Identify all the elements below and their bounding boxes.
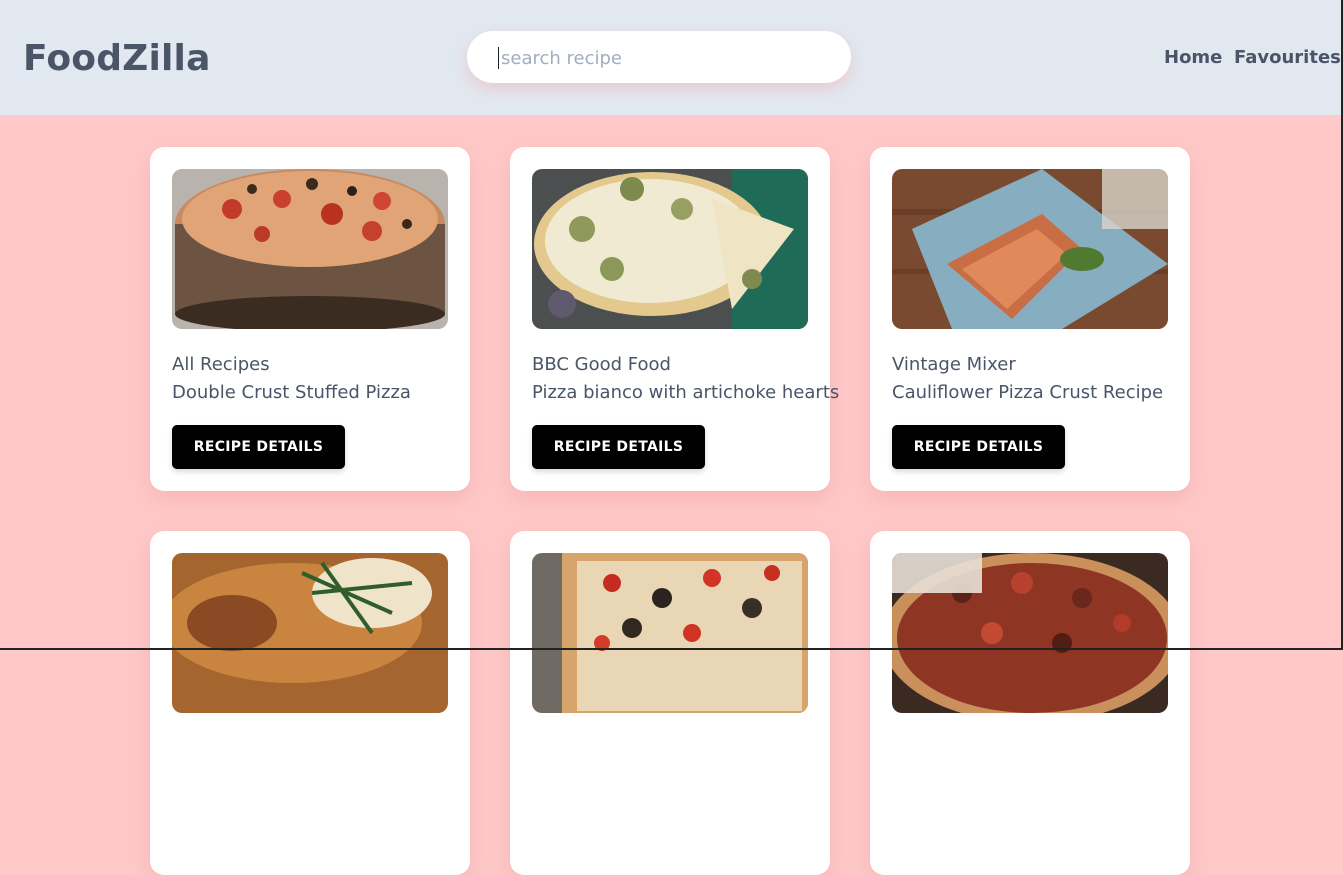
recipe-source: BBC Good Food xyxy=(532,354,671,375)
recipe-card xyxy=(510,531,830,875)
recipe-source: All Recipes xyxy=(172,354,270,375)
recipe-card xyxy=(870,531,1190,875)
recipe-image xyxy=(532,553,808,713)
recipe-title: Pizza bianco with artichoke hearts xyxy=(532,382,840,403)
recipe-image xyxy=(172,169,448,329)
recipe-card: Vintage Mixer Cauliflower Pizza Crust Re… xyxy=(870,147,1190,491)
recipe-image xyxy=(532,169,808,329)
nav-link-favourites[interactable]: Favourites xyxy=(1234,47,1341,68)
recipe-image xyxy=(172,553,448,713)
brand-logo[interactable]: FoodZilla xyxy=(23,38,211,79)
search-box[interactable] xyxy=(467,31,851,83)
recipe-card xyxy=(150,531,470,875)
text-cursor xyxy=(498,47,499,69)
recipe-card: All Recipes Double Crust Stuffed Pizza R… xyxy=(150,147,470,491)
recipe-details-button[interactable]: RECIPE DETAILS xyxy=(532,425,705,469)
recipe-source: Vintage Mixer xyxy=(892,354,1016,375)
recipe-title: Double Crust Stuffed Pizza xyxy=(172,382,411,403)
recipe-image xyxy=(892,553,1168,713)
search-input[interactable] xyxy=(499,46,833,70)
recipe-title: Cauliflower Pizza Crust Recipe xyxy=(892,382,1164,403)
recipe-card: BBC Good Food Pizza bianco with artichok… xyxy=(510,147,839,491)
recipe-image xyxy=(892,169,1168,329)
nav-link-home[interactable]: Home xyxy=(1164,47,1222,68)
navbar: FoodZilla Home Favourites xyxy=(0,0,1343,115)
recipe-details-button[interactable]: RECIPE DETAILS xyxy=(172,425,345,469)
recipe-details-button[interactable]: RECIPE DETAILS xyxy=(892,425,1065,469)
